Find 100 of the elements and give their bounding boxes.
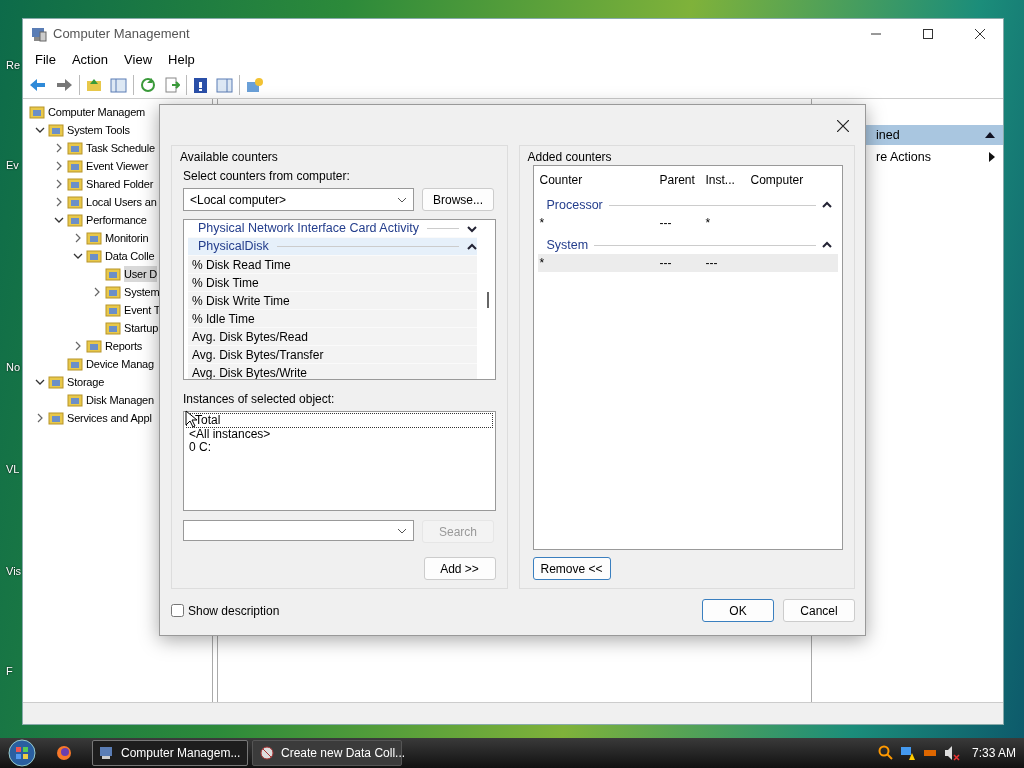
tree-item[interactable]: Disk Managen: [86, 391, 154, 409]
desktop-icon-label[interactable]: Vis: [6, 563, 22, 580]
counter-item[interactable]: Avg. Disk Bytes/Transfer: [188, 346, 477, 364]
desktop-icon-label[interactable]: VL: [6, 461, 20, 478]
chevron-icon[interactable]: [54, 161, 64, 171]
panel-icon: [216, 76, 233, 94]
desktop-icon-label[interactable]: F: [6, 663, 13, 680]
desktop-icon-label[interactable]: Ev: [6, 157, 19, 174]
tree-item[interactable]: Computer Managem: [48, 103, 146, 121]
computer-icon: [99, 745, 115, 761]
start-button[interactable]: [8, 739, 36, 767]
counter-item[interactable]: % Idle Time: [188, 310, 477, 328]
group-header[interactable]: System: [546, 235, 589, 255]
tree-item[interactable]: System: [124, 283, 160, 301]
speaker-muted-icon[interactable]: [943, 745, 960, 761]
tree-item[interactable]: Reports: [105, 337, 143, 355]
tree-item[interactable]: Storage: [67, 373, 105, 391]
computer-dropdown[interactable]: <Local computer>: [183, 188, 414, 211]
tree-item[interactable]: Local Users an: [86, 193, 157, 211]
folder-icon: [67, 140, 83, 156]
chevron-icon[interactable]: [73, 233, 83, 243]
column-header[interactable]: Parent: [653, 171, 700, 189]
add-button[interactable]: Add >>: [423, 557, 496, 580]
tree-item[interactable]: System Tools: [67, 121, 130, 139]
chevron-icon[interactable]: [35, 125, 45, 135]
column-header[interactable]: Counter: [533, 171, 654, 189]
chevron-icon[interactable]: [92, 287, 102, 297]
column-header[interactable]: Computer: [744, 171, 842, 189]
window-icon: [246, 76, 263, 94]
counter-item[interactable]: % Disk Read Time: [188, 256, 477, 274]
object-group-row[interactable]: PhysicalDisk: [188, 238, 477, 256]
collapse-icon[interactable]: [822, 201, 832, 209]
menu-item[interactable]: Action: [63, 50, 117, 70]
taskbar-button[interactable]: Create new Data Coll...: [252, 740, 402, 766]
desktop-icon-label[interactable]: Re: [6, 57, 21, 74]
tree-item[interactable]: Services and Appl: [67, 409, 152, 427]
counter-item[interactable]: Avg. Disk Bytes/Read: [188, 328, 477, 346]
close-icon: [975, 29, 985, 39]
menu-item[interactable]: File: [27, 50, 64, 70]
table-row[interactable]: * --- *: [537, 214, 838, 232]
magnifier-icon[interactable]: [877, 745, 894, 761]
cancel-button[interactable]: Cancel: [783, 599, 855, 622]
counter-item[interactable]: Avg. Disk Bytes/Write: [188, 364, 477, 380]
folder-icon: [48, 374, 64, 390]
tree-item[interactable]: Event Viewer: [86, 157, 149, 175]
tree-item[interactable]: Device Manag: [86, 355, 154, 373]
desktop-icon-label[interactable]: No: [6, 359, 21, 376]
collapse-icon[interactable]: [466, 242, 477, 251]
computer-icon: [31, 26, 47, 42]
collapse-icon[interactable]: [822, 241, 832, 249]
checkbox-label: Show description: [188, 602, 280, 620]
chevron-icon[interactable]: [35, 377, 45, 387]
checkbox[interactable]: [171, 604, 184, 617]
folder-icon: [48, 410, 64, 426]
tree-item[interactable]: Shared Folder: [86, 175, 154, 193]
object-group-label: PhysicalDisk: [198, 238, 269, 256]
tree-item[interactable]: Task Schedule: [86, 139, 155, 157]
folder-icon: [86, 338, 102, 354]
counter-item[interactable]: % Disk Time: [188, 274, 477, 292]
tree-item[interactable]: Monitorin: [105, 229, 149, 247]
instance-item[interactable]: <All instances>: [186, 428, 493, 442]
chevron-icon[interactable]: [73, 341, 83, 351]
chevron-icon[interactable]: [54, 215, 64, 225]
menu-item[interactable]: View: [116, 50, 161, 70]
folder-icon: [67, 158, 83, 174]
action-item[interactable]: re Actions: [876, 147, 989, 167]
table-row[interactable]: * --- ---: [537, 254, 838, 272]
counter-item[interactable]: % Disk Write Time: [188, 292, 477, 310]
taskbar-button[interactable]: Computer Managem...: [92, 740, 248, 766]
search-dropdown[interactable]: [183, 520, 414, 541]
chevron-icon[interactable]: [54, 179, 64, 189]
ok-button[interactable]: OK: [702, 599, 774, 622]
group-header[interactable]: Processor: [546, 195, 603, 215]
tree-item[interactable]: Data Colle: [105, 247, 155, 265]
remove-button[interactable]: Remove <<: [532, 557, 611, 580]
tree-item[interactable]: Startup: [124, 319, 159, 337]
menu-item[interactable]: Help: [160, 50, 203, 70]
column-header[interactable]: Inst...: [699, 171, 745, 189]
dropdown-value: <Local computer>: [190, 191, 287, 209]
collapse-icon[interactable]: [985, 131, 995, 139]
folder-icon: [67, 212, 83, 228]
chevron-icon[interactable]: [35, 413, 45, 423]
tree-item[interactable]: Performance: [86, 211, 147, 229]
table-cell: *: [539, 216, 545, 230]
browse-button[interactable]: Browse...: [422, 188, 494, 211]
object-group-row[interactable]: Physical Network Interface Card Activity: [188, 220, 477, 238]
chevron-icon[interactable]: [54, 197, 64, 207]
table-cell: *: [705, 216, 711, 230]
clock[interactable]: 7:33 AM: [971, 744, 1016, 762]
browser-icon[interactable]: [56, 745, 72, 761]
instance-item[interactable]: 0 C:: [186, 441, 493, 455]
tree-item[interactable]: User D: [124, 265, 158, 283]
chevron-icon[interactable]: [54, 143, 64, 153]
expand-icon[interactable]: [466, 224, 477, 233]
table-cell: ---: [659, 216, 672, 230]
scrollbar-thumb[interactable]: [486, 292, 489, 308]
chevron-icon[interactable]: [73, 251, 83, 261]
network-warning-icon[interactable]: [899, 745, 916, 761]
object-group-label: Physical Network Interface Card Activity: [198, 220, 419, 238]
actions-header-label: ined: [876, 126, 901, 144]
